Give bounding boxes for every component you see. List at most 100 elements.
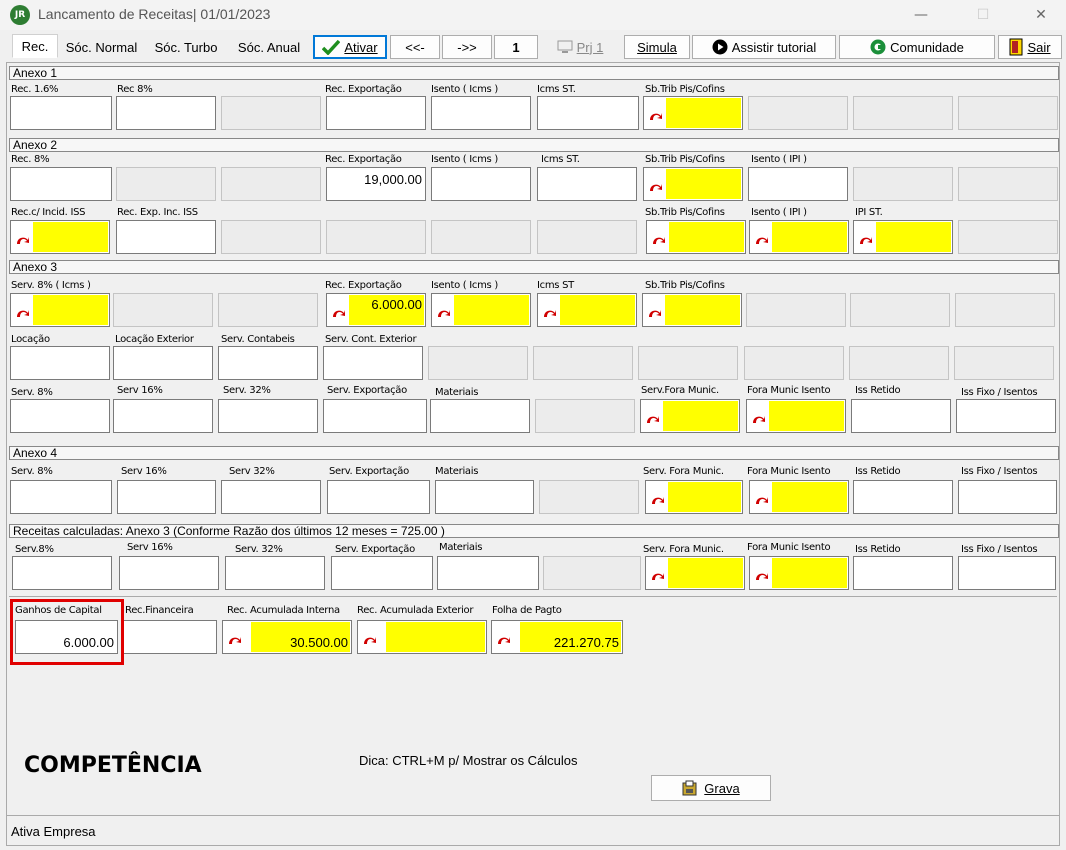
serv-32-input[interactable] — [218, 399, 318, 433]
calc-materiais-input[interactable] — [437, 556, 539, 590]
prev-button[interactable]: <<- — [390, 35, 440, 59]
ativar-label: Ativar — [344, 39, 378, 55]
disabled-field — [533, 346, 633, 380]
serv-16-input[interactable] — [117, 480, 216, 514]
serv-exportacao-input[interactable] — [323, 399, 427, 433]
rec-exportacao-input[interactable]: 6.000.00 — [326, 293, 426, 327]
isento-ipi-input-2[interactable] — [749, 220, 849, 254]
label-materiais: Materiais — [439, 542, 483, 553]
tab-soc-anual[interactable]: Sóc. Anual — [228, 35, 310, 59]
iss-fixo-isentos-input[interactable] — [956, 399, 1056, 433]
label-isento-icms: Isento ( Icms ) — [431, 280, 498, 291]
icms-st-input[interactable] — [537, 96, 639, 130]
checkmark-icon — [322, 39, 341, 55]
iss-retido-input[interactable] — [853, 480, 953, 514]
calc-serv-fora-munic-input[interactable] — [645, 556, 745, 590]
disabled-field — [218, 293, 318, 327]
yellow-value — [666, 98, 741, 128]
label-iss-fixo-isentos: Iss Fixo / Isentos — [961, 387, 1038, 398]
calc-iss-fixo-isentos-input[interactable] — [958, 556, 1056, 590]
label-rec-acumulada-exterior: Rec. Acumulada Exterior — [357, 605, 474, 616]
tab-rec[interactable]: Rec. — [12, 34, 58, 58]
fora-munic-isento-input[interactable] — [746, 399, 846, 433]
isento-icms-input[interactable] — [431, 293, 531, 327]
rec-exp-inc-iss-input[interactable] — [116, 220, 216, 254]
sb-trib-pis-cofins-input[interactable] — [643, 167, 743, 201]
yellow-value — [769, 401, 844, 431]
calc-fora-munic-isento-input[interactable] — [749, 556, 849, 590]
rec-financeira-input[interactable] — [121, 620, 217, 654]
icms-st-input[interactable] — [537, 167, 637, 201]
disabled-field — [428, 346, 528, 380]
label-rec-1-6: Rec. 1.6% — [11, 84, 59, 95]
rec-acumulada-exterior-input[interactable] — [357, 620, 487, 654]
rec-exportacao-value: 19,000.00 — [364, 172, 422, 187]
tab-soc-turbo[interactable]: Sóc. Turbo — [146, 35, 226, 59]
serv-16-input[interactable] — [113, 399, 213, 433]
simula-button[interactable]: Simula — [624, 35, 690, 59]
next-button[interactable]: ->> — [442, 35, 492, 59]
minimize-button[interactable]: — — [898, 0, 944, 30]
rec-1-6-input[interactable] — [10, 96, 112, 130]
serv-fora-munic-input[interactable] — [640, 399, 740, 433]
close-button[interactable]: ✕ — [1018, 0, 1064, 30]
label-icms-st: Icms ST. — [541, 154, 580, 165]
isento-ipi-input[interactable] — [748, 167, 848, 201]
calc-serv-8-input[interactable] — [12, 556, 112, 590]
sb-trib-pis-cofins-input-2[interactable] — [646, 220, 746, 254]
maximize-button[interactable]: ☐ — [960, 0, 1006, 30]
locacao-input[interactable] — [10, 346, 110, 380]
prj-button[interactable]: Prj 1 — [541, 35, 619, 59]
folha-pagto-input[interactable]: 221.270.75 — [491, 620, 623, 654]
calc-iss-retido-input[interactable] — [853, 556, 953, 590]
rec-8-input[interactable] — [116, 96, 216, 130]
tab-soc-normal[interactable]: Sóc. Normal — [60, 35, 143, 59]
hint-text: Dica: CTRL+M p/ Mostrar os Cálculos — [359, 753, 578, 768]
fora-munic-isento-input[interactable] — [749, 480, 849, 514]
serv-fora-munic-input[interactable] — [645, 480, 743, 514]
serv-8-input[interactable] — [10, 399, 110, 433]
locacao-exterior-input[interactable] — [113, 346, 213, 380]
serv-contabeis-input[interactable] — [218, 346, 318, 380]
calc-serv-exportacao-input[interactable] — [331, 556, 433, 590]
redo-arrow-icon — [649, 310, 661, 317]
iss-fixo-isentos-input[interactable] — [958, 480, 1057, 514]
grava-button[interactable]: Grava — [651, 775, 771, 801]
page-number-button[interactable]: 1 — [494, 35, 538, 59]
rec-exportacao-input[interactable]: 19,000.00 — [326, 167, 426, 201]
ativar-button[interactable]: Ativar — [313, 35, 387, 59]
serv-8-input[interactable] — [10, 480, 112, 514]
rec-acumulada-interna-input[interactable]: 30.500.00 — [222, 620, 352, 654]
rec-exportacao-input[interactable] — [326, 96, 426, 130]
serv-8-icms-input[interactable] — [10, 293, 110, 327]
sair-button[interactable]: Sair — [998, 35, 1062, 59]
rec-exportacao-value: 6.000.00 — [349, 295, 424, 325]
comunidade-button[interactable]: Comunidade — [839, 35, 995, 59]
disabled-field — [221, 96, 321, 130]
isento-icms-input[interactable] — [431, 96, 531, 130]
rec-incid-iss-input[interactable] — [10, 220, 110, 254]
materiais-input[interactable] — [435, 480, 534, 514]
iss-retido-input[interactable] — [851, 399, 951, 433]
redo-arrow-icon — [364, 637, 376, 644]
play-icon — [712, 39, 728, 55]
materiais-input[interactable] — [430, 399, 530, 433]
isento-icms-input[interactable] — [431, 167, 531, 201]
rec-8-input[interactable] — [10, 167, 112, 201]
disabled-field — [431, 220, 531, 254]
serv-32-input[interactable] — [221, 480, 321, 514]
label-materiais: Materiais — [435, 387, 479, 398]
serv-cont-exterior-input[interactable] — [323, 346, 423, 380]
ipi-st-input[interactable] — [853, 220, 953, 254]
form-panel: Anexo 1 Rec. 1.6% Rec 8% Rec. Exportação… — [6, 62, 1060, 846]
serv-exportacao-input[interactable] — [327, 480, 430, 514]
disabled-field — [543, 556, 641, 590]
calc-serv-16-input[interactable] — [119, 556, 219, 590]
label-materiais: Materiais — [435, 466, 479, 477]
sb-trib-pis-cofins-input[interactable] — [642, 293, 742, 327]
icms-st-input[interactable] — [537, 293, 637, 327]
assistir-tutorial-button[interactable]: Assistir tutorial — [692, 35, 836, 59]
comunidade-icon — [870, 39, 886, 55]
calc-serv-32-input[interactable] — [225, 556, 325, 590]
sb-trib-pis-cofins-input[interactable] — [643, 96, 743, 130]
